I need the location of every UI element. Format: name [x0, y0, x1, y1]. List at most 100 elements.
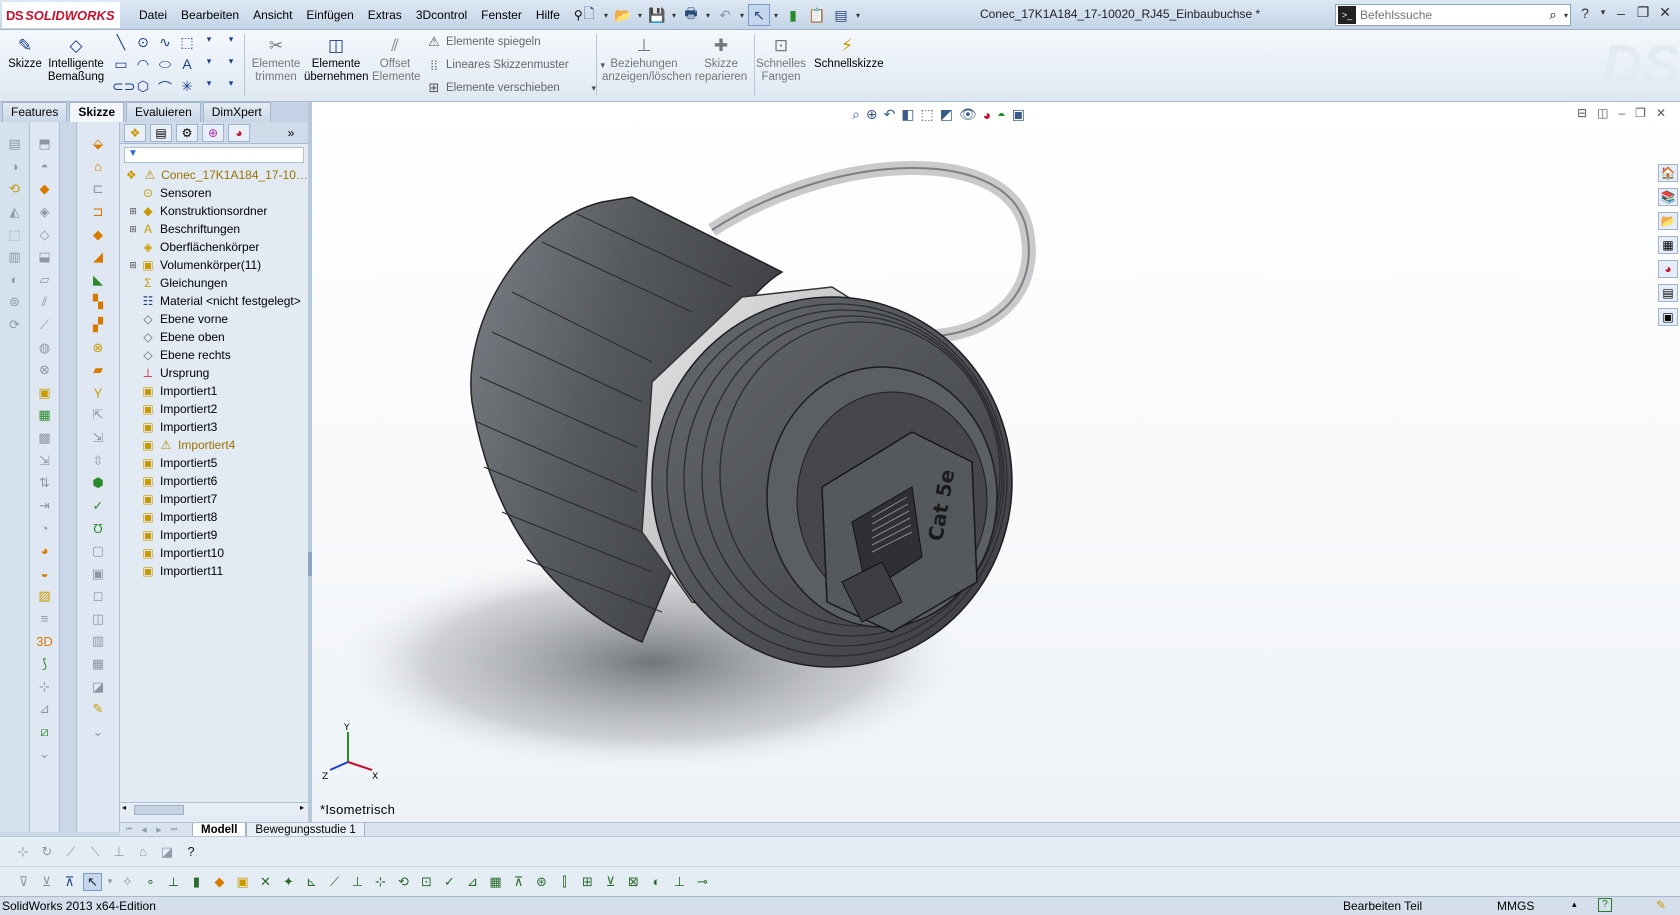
filter-notes-icon[interactable]: ⊿ — [463, 874, 482, 890]
menu-hilfe[interactable]: Hilfe — [529, 6, 567, 24]
corner-trim-icon[interactable]: ▣ — [88, 563, 108, 584]
search-caret-icon[interactable]: ▾ — [1562, 11, 1570, 20]
circle-icon[interactable]: ⊙ — [134, 34, 152, 56]
open-caret-icon[interactable]: ▾ — [636, 11, 644, 20]
fillet-surface-icon[interactable]: ◍ — [35, 337, 55, 358]
select-pointer-icon[interactable]: ↖ — [748, 4, 770, 26]
cut-extrude-icon[interactable]: ▥ — [5, 247, 25, 268]
rotate-sketch-icon[interactable]: ↻ — [38, 844, 56, 860]
rebuild-icon[interactable]: ▮ — [782, 4, 804, 26]
undo-icon[interactable]: ↶ — [714, 4, 736, 26]
feature-tree-item[interactable]: ▣ Importiert10 — [124, 544, 308, 562]
tab-dimxpert[interactable]: DimXpert — [202, 102, 271, 122]
boundary-icon[interactable]: ⬚ — [5, 224, 25, 245]
filter-toggle-icon[interactable]: ⊽ — [14, 874, 33, 890]
move-face-icon[interactable]: ⇲ — [35, 450, 55, 471]
display-manager-tab-icon[interactable]: ◕ — [228, 123, 250, 142]
expand-icon[interactable]: ⊞ — [128, 260, 138, 271]
feature-tree-filter[interactable]: ▼ — [124, 147, 304, 163]
extend-surface-icon[interactable]: ⇥ — [35, 496, 55, 517]
closed-corner-icon[interactable]: ▚ — [88, 292, 108, 313]
centerline-icon[interactable]: ⊹ — [14, 844, 32, 860]
extruded-cut-icon[interactable]: ▦ — [88, 654, 108, 675]
filter-sketch-points-icon[interactable]: ⊾ — [302, 874, 321, 890]
feature-tree-item[interactable]: ☷ Material <nicht festgelegt> — [124, 292, 308, 310]
feature-tree-item[interactable]: ◇ Ebene oben — [124, 328, 308, 346]
edge-flange-icon[interactable]: ⌂ — [88, 157, 108, 178]
new-caret-icon[interactable]: ▾ — [602, 11, 610, 20]
scroll-thumb[interactable] — [134, 805, 184, 815]
expand-icon[interactable]: ⊞ — [128, 206, 138, 217]
polygon-icon[interactable]: ⬡ — [134, 78, 152, 100]
minimize-icon[interactable]: – — [1613, 5, 1629, 21]
undo-caret-icon[interactable]: ▾ — [738, 11, 746, 20]
feature-tree-item[interactable]: ▣ Importiert6 — [124, 472, 308, 490]
filter-blocks-icon[interactable]: ⊞ — [578, 874, 597, 890]
filter-centermarks-icon[interactable]: ⊹ — [371, 874, 390, 890]
help-caret-icon[interactable]: ▾ — [1599, 7, 1607, 18]
configuration-manager-tab-icon[interactable]: ⚙ — [176, 123, 198, 142]
view-palette-icon[interactable]: ▦ — [1658, 236, 1678, 254]
feature-tree-item[interactable]: ▣ Importiert7 — [124, 490, 308, 508]
move-caret-icon[interactable]: ▾ — [586, 80, 602, 96]
filled-surface-icon[interactable]: ⬓ — [35, 247, 55, 268]
extrude-icon[interactable]: ▤ — [5, 134, 25, 155]
next-tab-icon[interactable]: ▶ — [152, 826, 166, 834]
no-bends-icon[interactable]: ⬢ — [88, 473, 108, 494]
filter-geometric-tolerance-icon[interactable]: ✓ — [440, 874, 459, 890]
3d-sketch-icon[interactable]: 3D — [35, 631, 55, 652]
cut-with-surface-icon[interactable]: ◒ — [35, 563, 55, 584]
select-tool-icon[interactable]: ↖ — [83, 872, 102, 891]
sketch-picture-icon[interactable]: ⌂ — [134, 844, 152, 859]
feature-tree-item[interactable]: ▣ Importiert8 — [124, 508, 308, 526]
appearances-icon[interactable]: ◕ — [1658, 260, 1678, 278]
fold-icon[interactable]: ⇲ — [88, 428, 108, 449]
add-relation-icon[interactable]: ⊥ — [110, 844, 128, 860]
thicken-cut-icon[interactable]: ▨ — [35, 586, 55, 607]
slot-icon[interactable]: ⊂⊃ — [112, 78, 135, 100]
sweep-icon[interactable]: ⟲ — [5, 179, 25, 200]
display-relations-button[interactable]: ⊥ Beziehungen anzeigen/löschen — [602, 32, 692, 84]
flatten-icon[interactable]: ⇳ — [88, 450, 108, 471]
sketch-text-icon[interactable]: A — [178, 56, 196, 78]
line-icon[interactable]: ╲ — [112, 34, 130, 56]
tab-icon[interactable]: ▢ — [88, 541, 108, 562]
fillet-caret-icon[interactable]: ▾ — [222, 78, 240, 100]
search-icon[interactable]: ⌕ — [1544, 7, 1562, 23]
feature-tree-scrollbar[interactable]: ◂ ▸ — [120, 802, 308, 816]
filter-connection-points-icon[interactable]: ⊠ — [624, 874, 643, 890]
new-document-icon[interactable]: 🗋 — [578, 4, 600, 26]
rapid-sketch-button[interactable]: ⚡ Schnellskizze — [814, 32, 884, 71]
feature-tree-tab-icon[interactable]: ❖ — [124, 123, 146, 142]
sketched-bend-icon[interactable]: ◢ — [88, 247, 108, 268]
more-tools-icon[interactable]: ⌄ — [35, 744, 55, 765]
convert-to-sheetmetal-icon[interactable]: ▥ — [88, 631, 108, 652]
filter-surface-bodies-icon[interactable]: ◆ — [210, 874, 229, 890]
trim-surface-icon[interactable]: ◔ — [35, 518, 55, 539]
more-tabs-icon[interactable]: » — [280, 124, 302, 142]
rebuild-status-icon[interactable]: ✎ — [1656, 898, 1666, 912]
mid-surface-icon[interactable]: ≡ — [35, 608, 55, 629]
feature-tree-root[interactable]: ❖ ⚠ Conec_17K1A184_17-10020_ — [124, 166, 308, 184]
point-icon[interactable]: ✳ — [178, 78, 196, 100]
break-corner-icon[interactable]: ⊗ — [88, 337, 108, 358]
feature-tree-item[interactable]: ⊥ Ursprung — [124, 364, 308, 382]
cut-sweep-icon[interactable]: ⟳ — [5, 315, 25, 336]
feature-tree-item[interactable]: ▣ Importiert2 — [124, 400, 308, 418]
forming-tool-icon[interactable]: ▰ — [88, 360, 108, 381]
expand-icon[interactable]: ⊞ — [128, 224, 138, 235]
split-line-icon[interactable]: ⧄ — [35, 721, 55, 742]
extend-entities-icon[interactable]: ⟋ — [62, 844, 80, 860]
magnified-selection-icon[interactable]: ✧ — [118, 874, 137, 890]
spline-icon[interactable]: ∿ — [156, 34, 174, 56]
filter-midpoints-icon[interactable]: ⊥ — [348, 874, 367, 890]
linear-pattern-button[interactable]: ⁞⁞ Lineares Skizzenmuster ▾ — [426, 57, 611, 73]
filter-planes-icon[interactable]: ✦ — [279, 874, 298, 890]
menu-ansicht[interactable]: Ansicht — [246, 6, 299, 24]
file-properties-icon[interactable]: 📋 — [806, 4, 828, 26]
filter-hole-icon[interactable]: ⊸ — [693, 874, 712, 890]
jog-icon[interactable]: ◆ — [88, 224, 108, 245]
lofted-bend-icon[interactable]: ◫ — [88, 608, 108, 629]
command-search[interactable]: >_ ⌕ ▾ — [1335, 4, 1571, 26]
feature-tree-item[interactable]: ◇ Ebene rechts — [124, 346, 308, 364]
